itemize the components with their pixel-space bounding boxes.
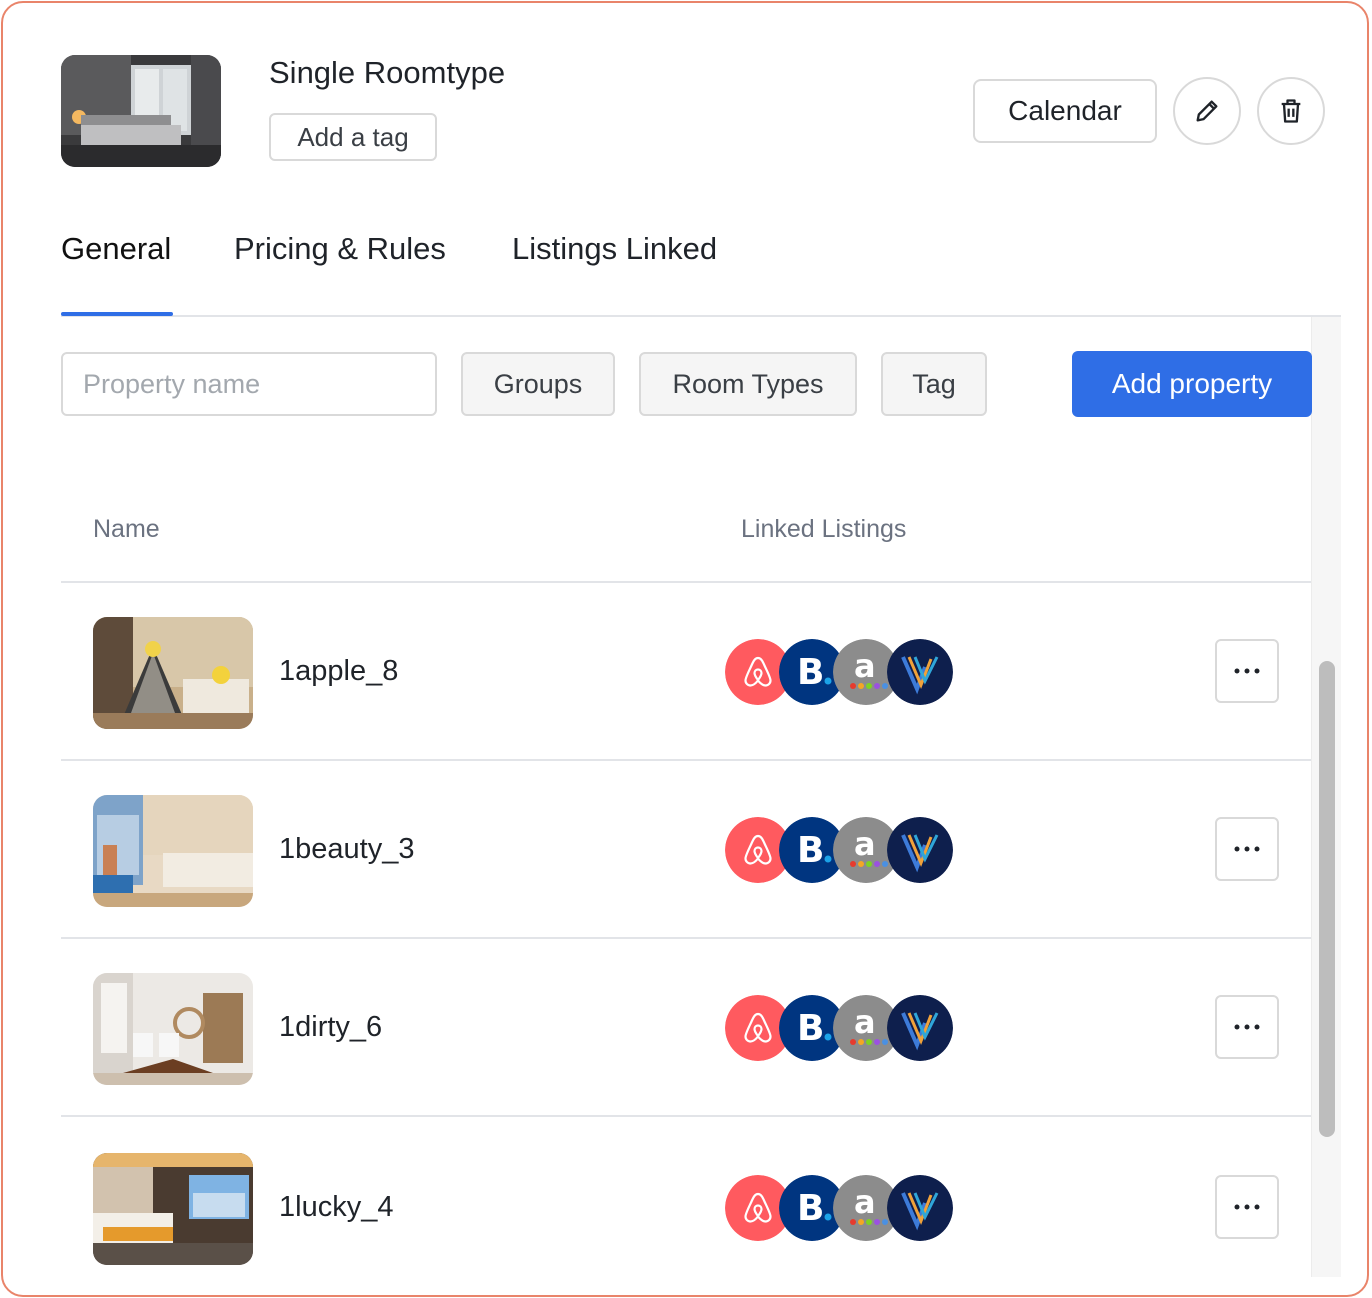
ellipsis-icon [1234, 1204, 1260, 1210]
add-tag-button[interactable]: Add a tag [269, 113, 437, 161]
column-header-linked-listings: Linked Listings [741, 515, 907, 543]
tab-listings-linked[interactable]: Listings Linked [512, 231, 717, 267]
svg-text:a: a [854, 1003, 876, 1041]
room-types-filter-button[interactable]: Room Types [639, 352, 857, 416]
tag-filter-button[interactable]: Tag [881, 352, 987, 416]
svg-text:B: B [797, 1008, 824, 1049]
property-image [93, 617, 253, 729]
vrbo-icon [887, 817, 953, 883]
tab-pricing-rules[interactable]: Pricing & Rules [234, 231, 446, 267]
page-title: Single Roomtype [269, 55, 506, 90]
scrollbar-thumb[interactable] [1319, 661, 1335, 1137]
more-options-button[interactable] [1215, 995, 1279, 1059]
calendar-button[interactable]: Calendar [973, 79, 1157, 143]
edit-button[interactable] [1173, 77, 1241, 145]
table-row[interactable]: 1beauty_3 B a [61, 761, 1311, 937]
pencil-icon [1196, 100, 1218, 122]
more-options-button[interactable] [1215, 817, 1279, 881]
svg-text:B: B [797, 830, 824, 871]
ellipsis-icon [1234, 1024, 1260, 1030]
tab-divider [61, 315, 1341, 317]
property-name[interactable]: 1beauty_3 [279, 833, 414, 866]
table-divider [61, 1115, 1311, 1117]
property-name[interactable]: 1lucky_4 [279, 1191, 393, 1224]
svg-text:a: a [854, 825, 876, 863]
linked-listings: B a [725, 639, 955, 705]
vrbo-icon [887, 1175, 953, 1241]
table-row[interactable]: 1apple_8 B a [61, 583, 1311, 759]
tab-general[interactable]: General [61, 231, 171, 267]
table-row[interactable]: 1lucky_4 B a [61, 1119, 1311, 1295]
svg-text:B: B [797, 652, 824, 693]
more-options-button[interactable] [1215, 1175, 1279, 1239]
active-tab-indicator [61, 312, 173, 316]
svg-text:B: B [797, 1188, 824, 1229]
property-name[interactable]: 1dirty_6 [279, 1011, 382, 1044]
property-name[interactable]: 1apple_8 [279, 655, 398, 688]
linked-listings: B a [725, 817, 955, 883]
ellipsis-icon [1234, 668, 1260, 674]
room-type-image [61, 55, 221, 167]
property-name-input[interactable] [61, 352, 437, 416]
ellipsis-icon [1234, 846, 1260, 852]
delete-button[interactable] [1257, 77, 1325, 145]
linked-listings: B a [725, 1175, 955, 1241]
groups-filter-button[interactable]: Groups [461, 352, 615, 416]
add-property-button[interactable]: Add property [1072, 351, 1312, 417]
svg-text:a: a [854, 1183, 876, 1221]
vrbo-icon [887, 639, 953, 705]
vrbo-icon [887, 995, 953, 1061]
svg-text:a: a [854, 647, 876, 685]
room-type-panel: Single Roomtype Add a tag Calendar Gener… [1, 1, 1369, 1297]
more-options-button[interactable] [1215, 639, 1279, 703]
table-row[interactable]: 1dirty_6 B a [61, 939, 1311, 1115]
trash-icon [1281, 99, 1301, 123]
property-image [93, 1153, 253, 1265]
linked-listings: B a [725, 995, 955, 1061]
column-header-name: Name [93, 515, 160, 543]
property-image [93, 973, 253, 1085]
property-image [93, 795, 253, 907]
